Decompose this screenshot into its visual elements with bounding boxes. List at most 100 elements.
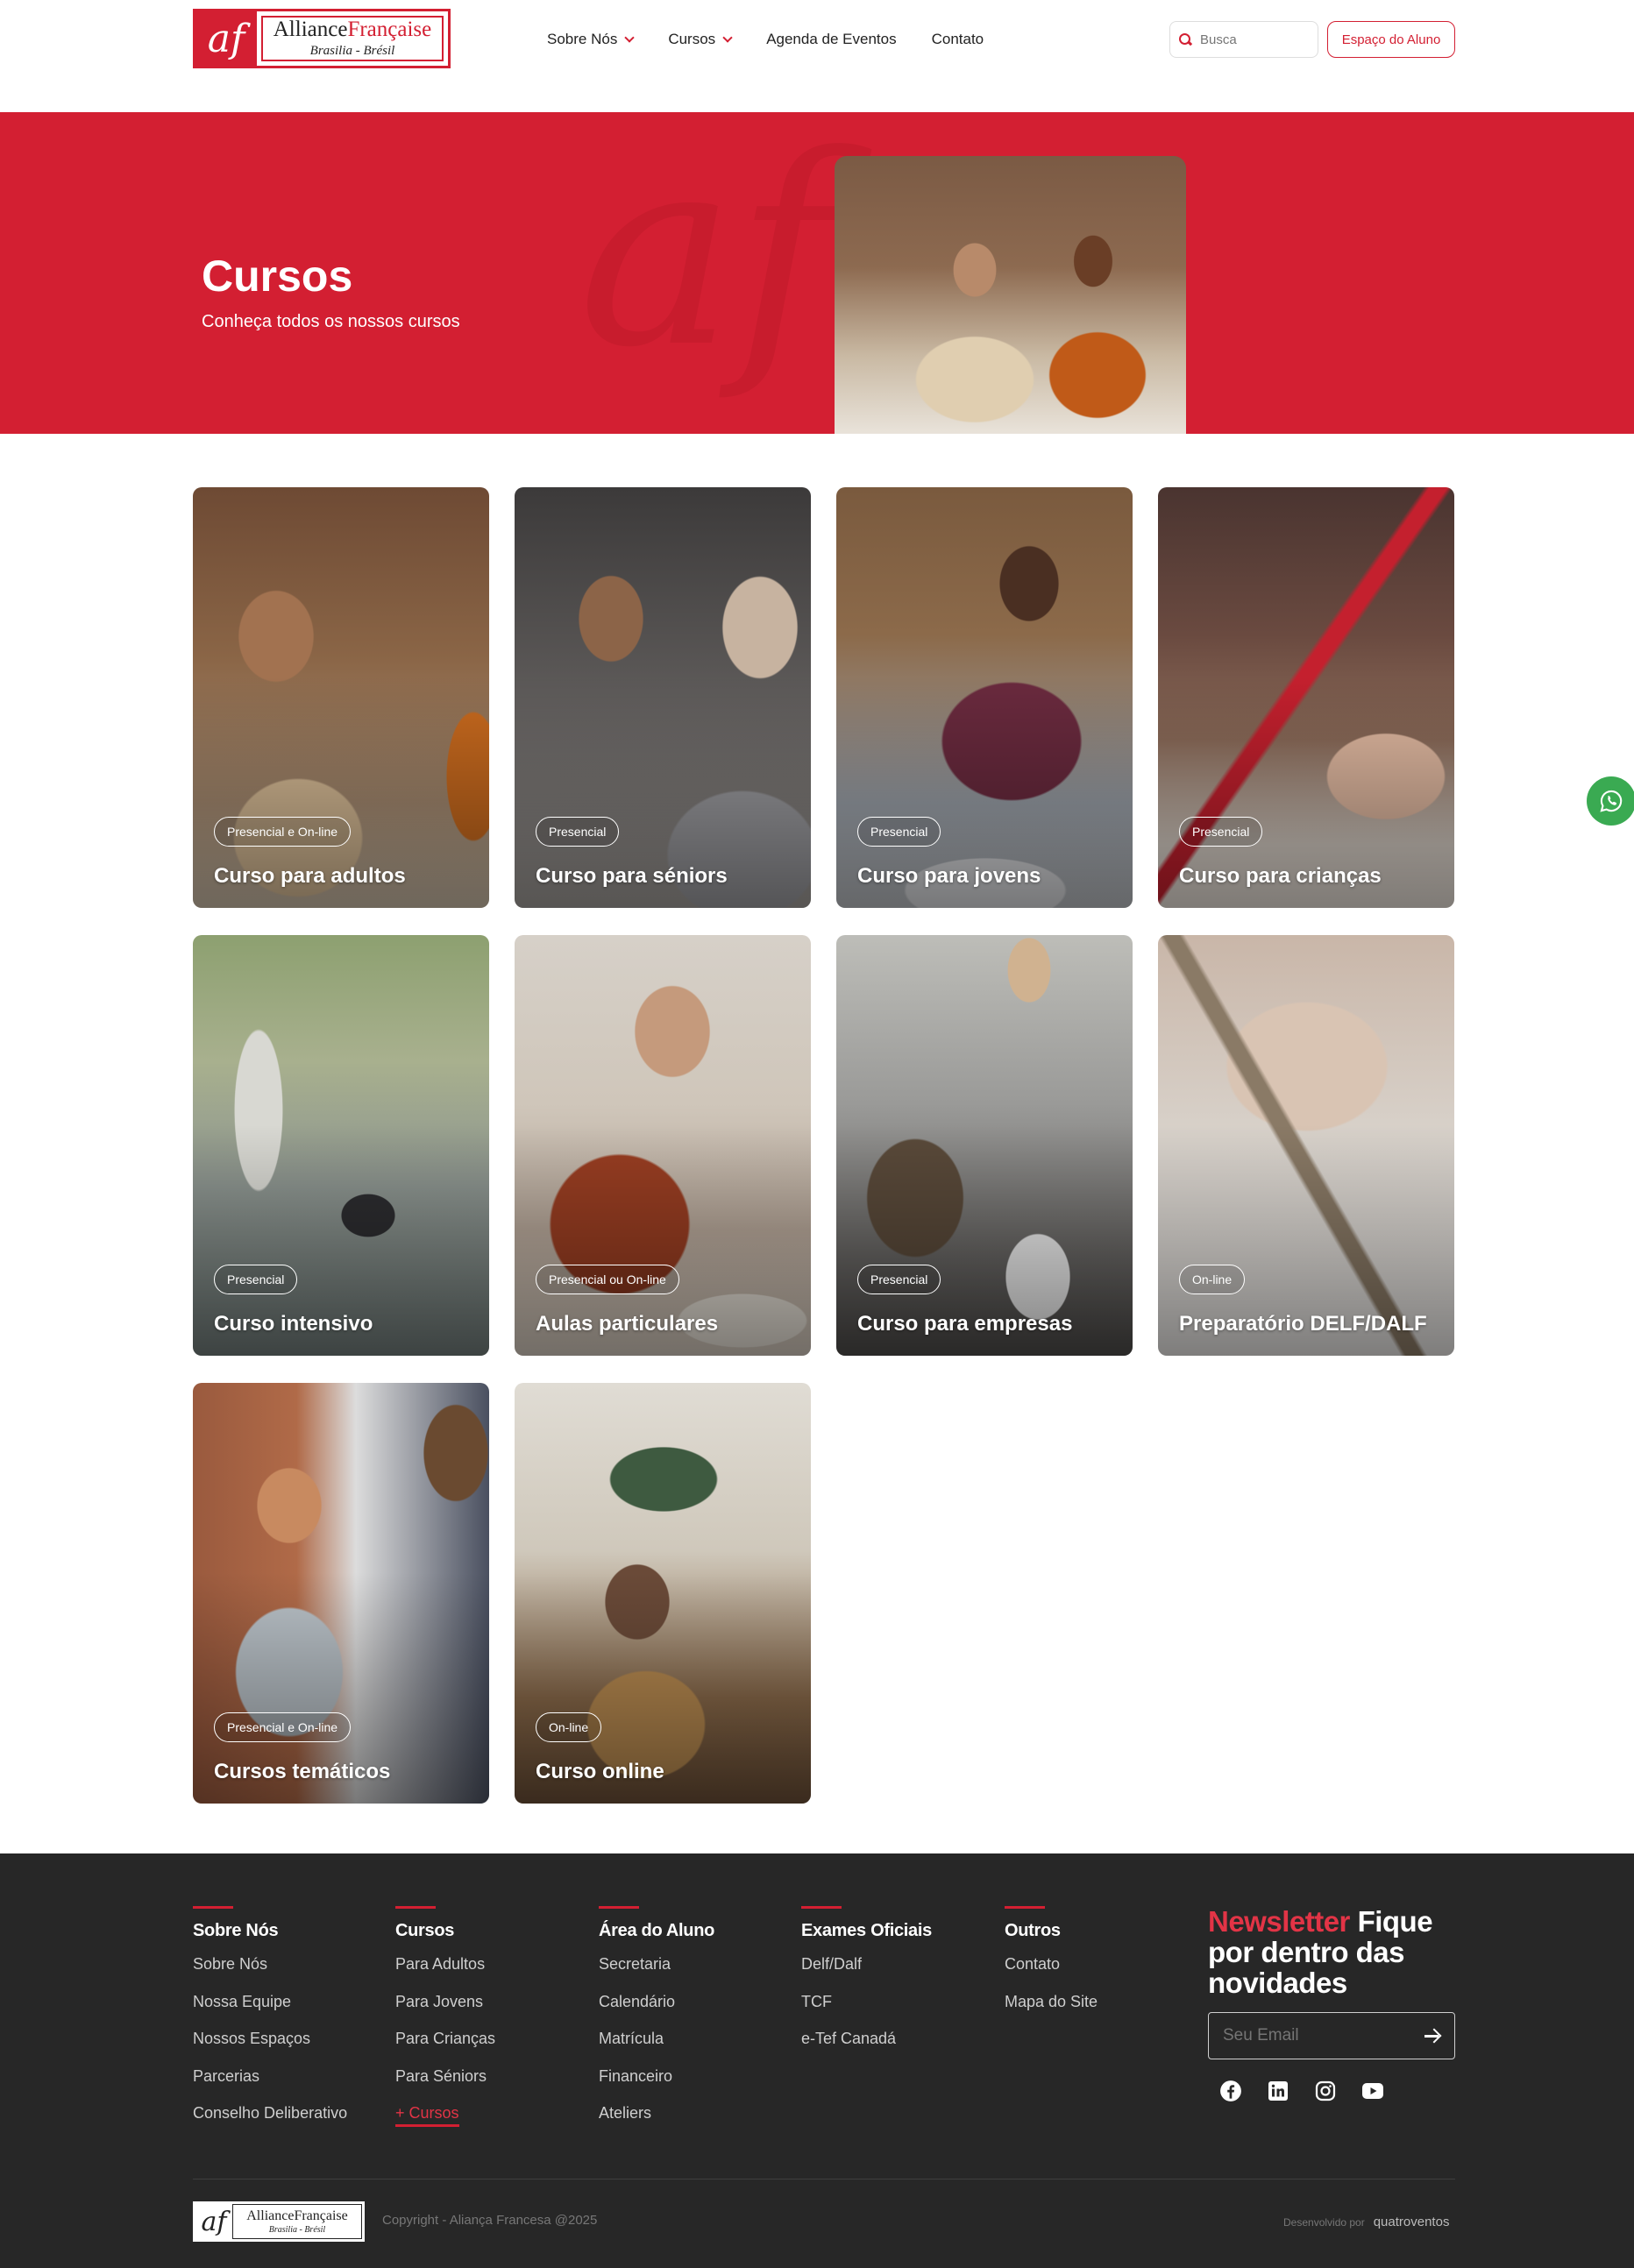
course-title: Cursos temáticos [214,1760,391,1783]
newsletter-block: Newsletter Fique por dentro das novidade… [1208,1906,1455,2103]
footer-link[interactable]: Ateliers [599,2102,714,2140]
site-logo[interactable]: af AllianceFrançaise Brasilia - Brésil [193,9,451,68]
newsletter-email-input[interactable] [1223,2026,1398,2045]
heading-accent-bar [599,1906,639,1909]
facebook-icon[interactable] [1218,2079,1243,2103]
footer-column-exames-oficiais: Exames Oficiais Delf/Dalf TCF e-Tef Cana… [801,1906,932,2066]
course-modality-badge: On-line [1179,1265,1246,1294]
social-links [1208,2079,1455,2103]
site-header: af AllianceFrançaise Brasilia - Brésil S… [0,0,1634,112]
course-modality-badge: Presencial [214,1265,298,1294]
footer-link[interactable]: Matrícula [599,2028,714,2066]
course-title: Curso para jovens [857,864,1041,888]
footer-link[interactable]: Secretaria [599,1953,714,1991]
developer-link[interactable]: quatroventos [1374,2215,1450,2229]
course-card-online[interactable]: On-line Curso online [515,1383,811,1804]
footer-link[interactable]: TCF [801,1991,932,2029]
youtube-icon[interactable] [1360,2079,1385,2103]
course-title: Curso para adultos [214,864,406,888]
footer-link[interactable]: Para Adultos [395,1953,495,1991]
footer-logo-name: AllianceFrançaise [246,2208,348,2223]
main-nav: Sobre Nós Cursos Agenda de Eventos Conta… [547,26,984,53]
course-title: Preparatório DELF/DALF [1179,1312,1427,1336]
page-subtitle: Conheça todos os nossos cursos [202,312,460,331]
footer-link[interactable]: Mapa do Site [1005,1991,1098,2029]
more-courses-link[interactable]: + Cursos [395,2102,459,2127]
course-modality-badge: Presencial e On-line [214,817,352,847]
course-modality-badge: Presencial ou On-line [536,1265,679,1294]
developed-by-label: Desenvolvido por [1283,2216,1365,2229]
page-title: Cursos [202,252,353,301]
course-card-seniors[interactable]: Presencial Curso para séniors [515,487,811,908]
developer-credit: Desenvolvido por quatroventos [1283,2215,1449,2229]
nav-sobre-nos[interactable]: Sobre Nós [547,31,635,48]
arrow-right-icon[interactable] [1424,2030,1440,2042]
footer-link[interactable]: e-Tef Canadá [801,2028,932,2066]
footer-heading: Cursos [395,1921,455,1940]
course-card-delf-dalf[interactable]: On-line Preparatório DELF/DALF [1158,935,1454,1356]
hero-watermark-logo: af [579,112,833,405]
course-title: Curso intensivo [214,1312,373,1336]
search-icon[interactable] [1179,33,1191,46]
logo-mark: af [195,11,257,66]
chevron-down-icon [722,32,733,43]
newsletter-title: Newsletter Fique por dentro das novidade… [1208,1905,1433,1999]
instagram-icon[interactable] [1313,2079,1338,2103]
footer-column-area-do-aluno: Área do Aluno Secretaria Calendário Matr… [599,1906,714,2140]
footer-heading: Sobre Nós [193,1921,279,1940]
search-input[interactable] [1200,32,1297,47]
footer-logo-text: AllianceFrançaise Brasilia - Brésil [232,2204,362,2239]
nav-agenda-de-eventos[interactable]: Agenda de Eventos [766,31,896,48]
hero-banner: af Cursos Conheça todos os nossos cursos [0,112,1634,434]
footer-logo[interactable]: af AllianceFrançaise Brasilia - Brésil [193,2201,365,2242]
course-card-youth[interactable]: Presencial Curso para jovens [836,487,1133,908]
footer-link[interactable]: Para Crianças [395,2028,495,2066]
nav-label: Cursos [668,31,716,47]
footer-link[interactable]: Parcerias [193,2066,347,2103]
whatsapp-button[interactable] [1587,776,1634,826]
course-title: Curso para empresas [857,1312,1073,1336]
heading-accent-bar [801,1906,842,1909]
nav-label: Sobre Nós [547,31,618,47]
footer-link[interactable]: Sobre Nós [193,1953,347,1991]
logo-name: AllianceFrançaise [273,18,432,41]
chevron-down-icon [624,32,635,43]
course-card-private-lessons[interactable]: Presencial ou On-line Aulas particulares [515,935,811,1356]
footer-heading: Outros [1005,1921,1061,1940]
linkedin-icon[interactable] [1266,2079,1290,2103]
course-card-intensive[interactable]: Presencial Curso intensivo [193,935,489,1356]
whatsapp-icon [1600,790,1623,812]
heading-accent-bar [395,1906,436,1909]
footer-link[interactable]: Calendário [599,1991,714,2029]
nav-cursos[interactable]: Cursos [668,31,733,48]
hero-photo [835,156,1186,434]
nav-contato[interactable]: Contato [932,31,984,48]
newsletter-form [1208,2012,1455,2059]
footer-link[interactable]: Nossa Equipe [193,1991,347,2029]
footer-logo-mark: af [195,2204,232,2239]
course-modality-badge: Presencial [536,817,620,847]
course-card-thematic[interactable]: Presencial e On-line Cursos temáticos [193,1383,489,1804]
search-box [1169,21,1318,58]
heading-accent-bar [1005,1906,1045,1909]
course-title: Curso online [536,1760,664,1783]
course-modality-badge: Presencial [857,1265,941,1294]
course-modality-badge: Presencial [1179,817,1263,847]
course-modality-badge: On-line [536,1712,602,1742]
course-modality-badge: Presencial [857,817,941,847]
student-area-button[interactable]: Espaço do Aluno [1327,21,1455,58]
footer-link[interactable]: Para Séniors [395,2066,495,2103]
footer-link[interactable]: Para Jovens [395,1991,495,2029]
course-card-adults[interactable]: Presencial e On-line Curso para adultos [193,487,489,908]
nav-label: Agenda de Eventos [766,31,897,47]
footer-link[interactable]: Conselho Deliberativo [193,2102,347,2140]
course-grid: Presencial e On-line Curso para adultos … [193,487,1455,1804]
footer-link[interactable]: Contato [1005,1953,1098,1991]
footer-link[interactable]: Delf/Dalf [801,1953,932,1991]
course-card-children[interactable]: Presencial Curso para crianças [1158,487,1454,908]
footer-column-cursos: Cursos Para Adultos Para Jovens Para Cri… [395,1906,495,2127]
footer-link[interactable]: Financeiro [599,2066,714,2103]
footer-column-outros: Outros Contato Mapa do Site [1005,1906,1098,2028]
footer-link[interactable]: Nossos Espaços [193,2028,347,2066]
course-card-companies[interactable]: Presencial Curso para empresas [836,935,1133,1356]
